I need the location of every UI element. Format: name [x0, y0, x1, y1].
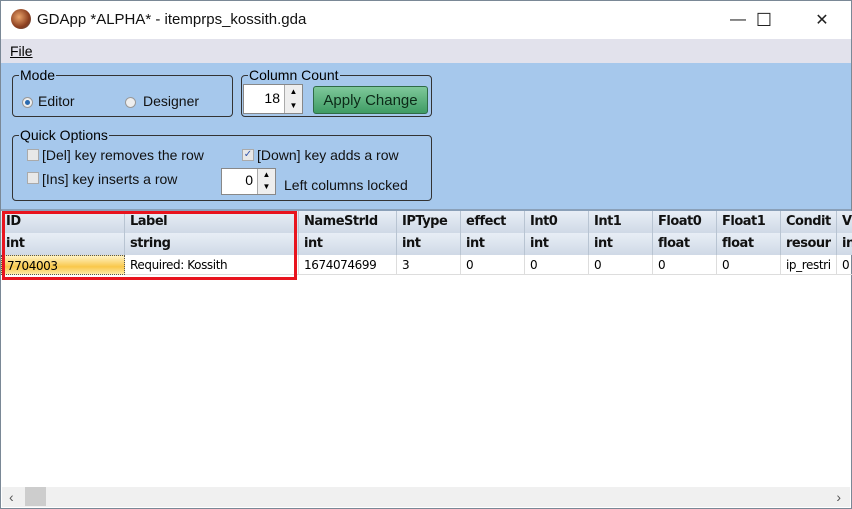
editor-radio[interactable]: [22, 97, 33, 108]
column-count-spinner[interactable]: 18 ▲ ▼: [243, 84, 303, 114]
window-title: GDApp *ALPHA* - itemprps_kossith.gda: [37, 11, 307, 28]
maximize-button[interactable]: ☐: [741, 1, 787, 39]
grid-cell[interactable]: 0: [461, 255, 525, 275]
ins-inserts-checkbox[interactable]: [27, 172, 39, 184]
column-type[interactable]: int: [397, 233, 461, 255]
ins-inserts-label[interactable]: [Ins] key inserts a row: [42, 171, 177, 187]
grid-cell[interactable]: 1674074699: [299, 255, 397, 275]
grid-cell[interactable]: 0: [837, 255, 852, 275]
spinner-arrows-icon[interactable]: ▲ ▼: [284, 85, 302, 113]
grid-cell[interactable]: ip_restri: [781, 255, 837, 275]
grid-cell[interactable]: 0: [589, 255, 653, 275]
grid-column: Label string Required: Kossith: [125, 211, 299, 275]
grid-cell[interactable]: 7704003: [1, 255, 125, 275]
app-icon: [11, 9, 31, 29]
grid-cell[interactable]: Required: Kossith: [125, 255, 299, 275]
data-grid[interactable]: ID int 7704003 Label string Required: Kossith…: [1, 209, 852, 487]
spinner-arrows-icon[interactable]: ▲ ▼: [257, 169, 275, 194]
grid-column: IPType int 3: [397, 211, 461, 275]
grid-column: Int1 int 0: [589, 211, 653, 275]
grid-column: Int0 int 0: [525, 211, 589, 275]
close-button[interactable]: ✕: [799, 1, 845, 39]
designer-label[interactable]: Designer: [143, 93, 199, 109]
grid-cell[interactable]: 0: [653, 255, 717, 275]
grid-column: Condit resour ip_restri: [781, 211, 837, 275]
column-header[interactable]: Int0: [525, 211, 589, 233]
del-removes-label[interactable]: [Del] key removes the row: [42, 147, 204, 163]
column-type[interactable]: int: [1, 233, 125, 255]
down-adds-label[interactable]: [Down] key adds a row: [257, 147, 399, 163]
column-header[interactable]: Float1: [717, 211, 781, 233]
column-type[interactable]: float: [717, 233, 781, 255]
column-header[interactable]: Label: [125, 211, 299, 233]
grid-cell[interactable]: 0: [525, 255, 589, 275]
column-count-value[interactable]: 18: [264, 90, 280, 106]
apply-change-button[interactable]: Apply Change: [313, 86, 428, 114]
column-type[interactable]: in: [837, 233, 852, 255]
mode-legend: Mode: [20, 67, 56, 83]
column-type[interactable]: int: [461, 233, 525, 255]
column-type[interactable]: string: [125, 233, 299, 255]
locked-columns-label: Left columns locked: [284, 177, 408, 193]
grid-column: ID int 7704003: [1, 211, 125, 275]
locked-columns-value[interactable]: 0: [245, 172, 253, 188]
column-type[interactable]: int: [299, 233, 397, 255]
scrollbar-thumb[interactable]: [25, 487, 46, 506]
column-type[interactable]: float: [653, 233, 717, 255]
grid-column: effect int 0: [461, 211, 525, 275]
title-bar: GDApp *ALPHA* - itemprps_kossith.gda — ☐…: [1, 1, 851, 39]
designer-radio[interactable]: [125, 97, 136, 108]
locked-columns-spinner[interactable]: 0 ▲ ▼: [221, 168, 276, 195]
column-type[interactable]: resour: [781, 233, 837, 255]
grid-cell[interactable]: 0: [717, 255, 781, 275]
scroll-left-icon[interactable]: ‹: [9, 489, 14, 505]
mode-group: Mode: [12, 67, 233, 117]
menu-bar: File: [1, 39, 851, 63]
column-header[interactable]: Float0: [653, 211, 717, 233]
column-header[interactable]: IPType: [397, 211, 461, 233]
scroll-right-icon[interactable]: ›: [836, 489, 841, 505]
column-type[interactable]: int: [589, 233, 653, 255]
column-header[interactable]: NameStrId: [299, 211, 397, 233]
down-adds-checkbox[interactable]: ✓: [242, 149, 254, 161]
column-count-legend: Column Count: [249, 67, 339, 83]
grid-column: NameStrId int 1674074699: [299, 211, 397, 275]
grid-cell[interactable]: 3: [397, 255, 461, 275]
quick-options-legend: Quick Options: [20, 127, 108, 143]
column-header[interactable]: Condit: [781, 211, 837, 233]
column-header[interactable]: V: [837, 211, 852, 233]
del-removes-checkbox[interactable]: [27, 149, 39, 161]
grid-column: Vin0: [837, 211, 852, 275]
column-header[interactable]: effect: [461, 211, 525, 233]
column-type[interactable]: int: [525, 233, 589, 255]
grid-column: Float1 float 0: [717, 211, 781, 275]
grid-column: Float0 float 0: [653, 211, 717, 275]
horizontal-scrollbar[interactable]: ‹ ›: [2, 487, 850, 507]
editor-label[interactable]: Editor: [38, 93, 75, 109]
menu-file[interactable]: File: [10, 43, 33, 59]
column-header[interactable]: ID: [1, 211, 125, 233]
column-header[interactable]: Int1: [589, 211, 653, 233]
